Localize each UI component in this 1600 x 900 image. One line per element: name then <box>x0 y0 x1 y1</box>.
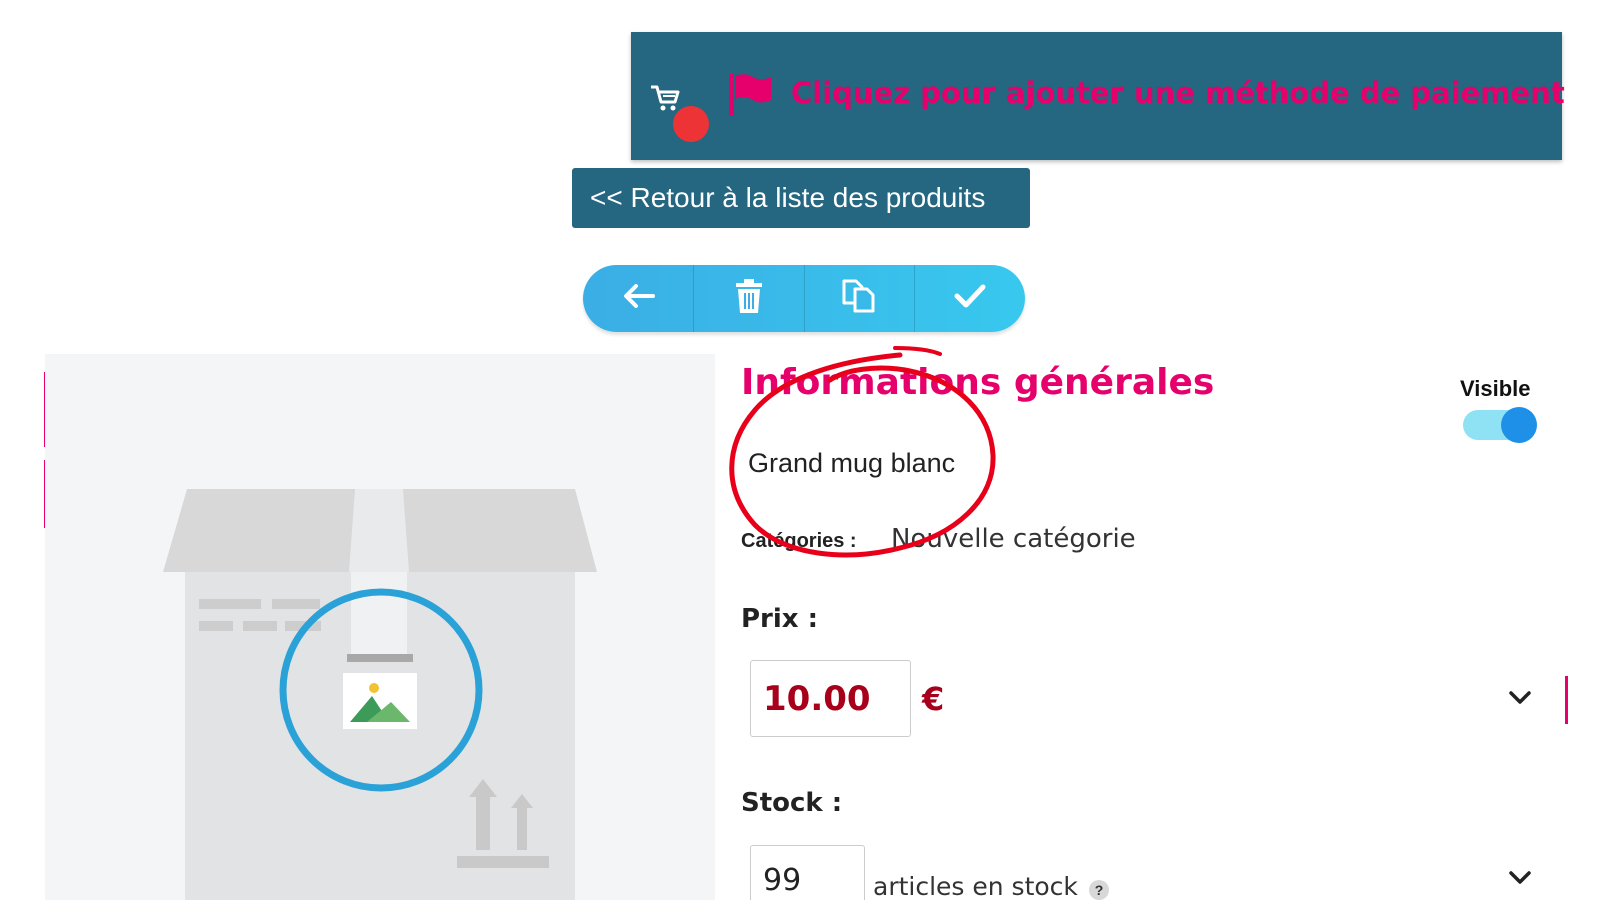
chevron-down-icon[interactable] <box>1508 870 1532 891</box>
price-label: Prix : <box>741 604 819 634</box>
banner-text[interactable]: Cliquez pour ajouter une méthode de paie… <box>791 76 1565 110</box>
help-icon[interactable]: ? <box>1089 880 1109 900</box>
back-to-product-list-button[interactable]: << Retour à la liste des produits <box>572 168 1030 228</box>
arrow-left-icon <box>621 281 655 316</box>
trash-icon <box>735 279 763 318</box>
stock-suffix: articles en stock <box>873 872 1078 900</box>
chevron-down-icon[interactable] <box>1508 690 1532 711</box>
stock-input[interactable] <box>750 845 865 900</box>
action-toolbar <box>583 265 1025 332</box>
notification-dot <box>673 106 709 142</box>
categories-label: Catégories : <box>741 530 857 552</box>
price-input[interactable] <box>750 660 911 737</box>
flag-icon <box>727 72 775 123</box>
cart-icon <box>649 80 709 142</box>
delete-button[interactable] <box>692 265 804 332</box>
visible-toggle[interactable] <box>1463 407 1537 443</box>
visible-label: Visible <box>1460 376 1531 401</box>
back-button[interactable] <box>583 265 693 332</box>
copy-icon <box>842 279 876 318</box>
toggle-knob <box>1501 407 1537 443</box>
product-edit-page: Cliquez pour ajouter une méthode de paie… <box>0 0 1600 900</box>
product-image-panel[interactable] <box>45 354 715 900</box>
section-title: Informations générales <box>741 362 1215 403</box>
product-name[interactable]: Grand mug blanc <box>748 448 955 479</box>
duplicate-button[interactable] <box>803 265 915 332</box>
payment-method-banner[interactable]: Cliquez pour ajouter une méthode de paie… <box>631 32 1565 160</box>
stock-label: Stock : <box>741 788 843 818</box>
check-icon <box>954 283 986 314</box>
box-placeholder-icon <box>163 489 597 900</box>
categories-value[interactable]: Nouvelle catégorie <box>891 524 1136 554</box>
save-button[interactable] <box>914 265 1025 332</box>
currency-symbol: € <box>922 680 945 718</box>
accent-mark <box>1565 676 1568 724</box>
